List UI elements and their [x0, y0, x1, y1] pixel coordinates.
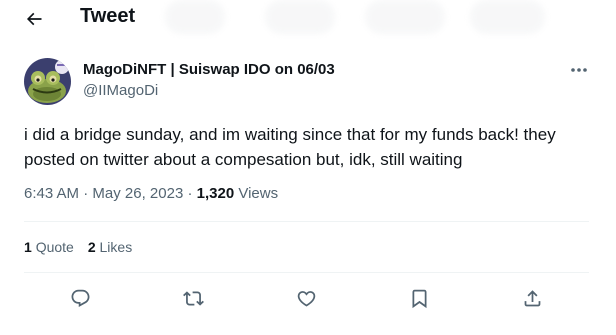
likes-count: 2: [87, 239, 96, 255]
blurred-header-region: [265, 0, 335, 34]
bookmark-icon: [412, 289, 426, 308]
reply-button[interactable]: [65, 283, 95, 313]
tweet-text: i did a bridge sunday, and im waiting si…: [24, 125, 556, 169]
tweet-page: Tweet MagoDiNFT | Suiswap IDO on 06/03 @…: [0, 0, 616, 335]
author-name[interactable]: MagoDiNFT | Suiswap IDO on 06/03: [83, 61, 335, 78]
tweet-time[interactable]: 6:43 AM: [24, 185, 79, 202]
like-button[interactable]: [291, 283, 321, 313]
bookmark-button[interactable]: [404, 283, 434, 313]
quotes-count: 1: [24, 239, 32, 255]
page-title: Tweet: [80, 5, 136, 27]
likes-label: Likes: [99, 239, 133, 255]
more-dots-icon: [571, 68, 587, 72]
blurred-header-region: [165, 0, 225, 34]
separator: ·: [83, 185, 89, 202]
separator: ·: [187, 185, 193, 202]
views-count: 1,320: [196, 185, 235, 202]
top-bar: Tweet: [0, 0, 616, 38]
blurred-header-region: [365, 0, 445, 34]
share-icon: [524, 289, 540, 306]
avatar[interactable]: [24, 58, 71, 105]
more-options-button[interactable]: [568, 60, 590, 80]
retweet-icon: [182, 290, 204, 306]
author-handle[interactable]: @IIMagoDi: [83, 82, 158, 99]
engagement-stats: 1 Quote 2 Likes: [24, 239, 132, 255]
quotes-stat[interactable]: 1 Quote: [24, 239, 74, 255]
like-icon: [297, 290, 315, 307]
frog-avatar-icon: [24, 58, 71, 105]
reply-icon: [71, 289, 89, 307]
tweet-metadata: 6:43 AM · May 26, 2023 · 1,320 Views: [24, 185, 278, 202]
divider: [24, 221, 589, 222]
back-button[interactable]: [18, 4, 50, 34]
blurred-header-region: [470, 0, 545, 34]
arrow-left-icon: [26, 12, 42, 26]
share-button[interactable]: [517, 283, 547, 313]
divider: [24, 272, 589, 273]
likes-stat[interactable]: 2 Likes: [88, 239, 132, 255]
tweet-date[interactable]: May 26, 2023: [92, 185, 183, 202]
tweet-actions: [0, 283, 616, 313]
views-label: Views: [238, 185, 279, 202]
quotes-label: Quote: [35, 239, 74, 255]
retweet-button[interactable]: [178, 283, 208, 313]
